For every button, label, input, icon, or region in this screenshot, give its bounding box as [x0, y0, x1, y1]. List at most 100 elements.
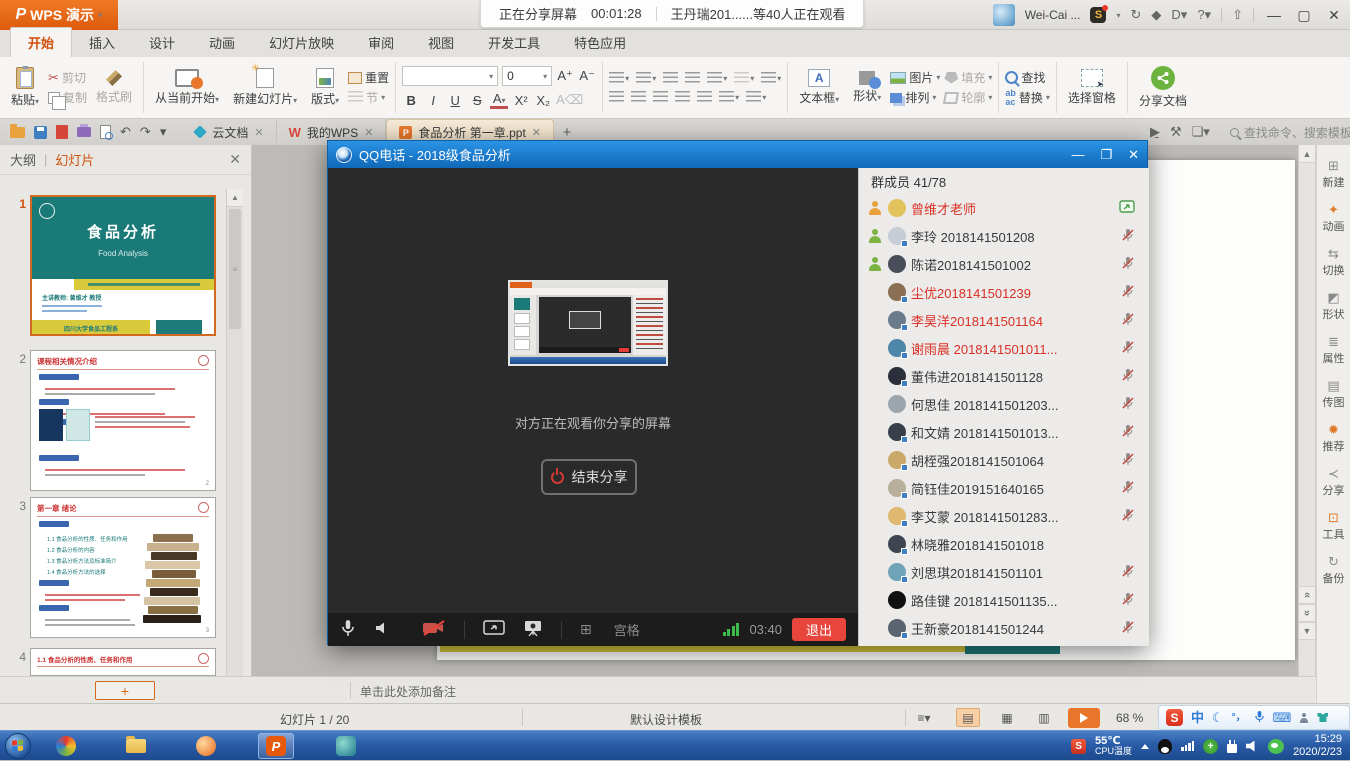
muted-mic-icon[interactable]	[1121, 256, 1135, 273]
taskbar-explorer[interactable]	[118, 733, 154, 759]
taskbar-app[interactable]	[328, 733, 364, 759]
member-row[interactable]: 胡桎强2018141501064	[859, 446, 1149, 474]
moon-icon[interactable]: ☾	[1212, 711, 1224, 724]
member-row[interactable]: 李玲 2018141501208	[859, 222, 1149, 250]
scrollbar-thumb[interactable]: ≡	[229, 209, 241, 329]
numbered-list-button[interactable]: ▾	[636, 72, 656, 85]
underline-button[interactable]: U	[446, 93, 464, 108]
side-toolbar-动画[interactable]: ✦动画	[1317, 203, 1350, 234]
increase-indent-button[interactable]	[685, 72, 700, 85]
share-document-button[interactable]: 分享文档	[1134, 61, 1192, 115]
qq-titlebar[interactable]: QQ电话 - 2018级食品分析 — ❐ ✕	[328, 141, 1147, 168]
present-display-icon[interactable]: ▶̱	[1150, 124, 1160, 140]
side-toolbar-备份[interactable]: ↻备份	[1317, 555, 1350, 586]
chevron-down-icon[interactable]: ▾	[1116, 11, 1120, 20]
mic-button[interactable]	[340, 619, 356, 640]
mic-icon[interactable]	[1254, 710, 1265, 725]
keyboard-icon[interactable]: ⌨	[1273, 711, 1292, 724]
member-row[interactable]: 谢雨晨 2018141501011...	[859, 334, 1149, 362]
bold-button[interactable]: B	[402, 93, 420, 108]
chevron-down-icon[interactable]: ▾	[160, 124, 167, 140]
exit-call-button[interactable]: 退出	[792, 618, 846, 641]
member-row[interactable]: 曾维才老师	[859, 194, 1149, 222]
minimize-button[interactable]: —	[1071, 147, 1084, 163]
member-row[interactable]: 陈诺2018141501002	[859, 250, 1149, 278]
profile-icon[interactable]	[1299, 713, 1309, 723]
scroll-up-icon[interactable]: ▲	[227, 189, 243, 207]
copy-button[interactable]: 复制	[48, 89, 87, 106]
slideshow-play-button[interactable]	[1068, 708, 1100, 728]
slide-sorter-icon[interactable]: ▦	[995, 708, 1019, 727]
volume-icon[interactable]	[1246, 741, 1259, 752]
user-name[interactable]: Wei-Cai ...	[1025, 8, 1081, 22]
picture-button[interactable]: 图片▾	[890, 69, 940, 86]
slide-thumbnail-2[interactable]: 课程相关情况介绍 2	[30, 350, 216, 491]
start-button[interactable]	[5, 733, 31, 759]
minimize-button[interactable]: —	[1264, 7, 1284, 23]
ribbon-tab-动画[interactable]: 动画	[192, 28, 252, 57]
textbox-button[interactable]: A 文本框▾	[794, 61, 844, 115]
member-row[interactable]: 尘优2018141501239	[859, 278, 1149, 306]
end-share-button[interactable]: 结束分享	[541, 459, 637, 495]
reset-button[interactable]: 重置	[348, 69, 389, 86]
member-row[interactable]: 何思佳 2018141501203...	[859, 390, 1149, 418]
new-slide-button[interactable]: 新建幻灯片▾	[228, 61, 302, 115]
grid-view-icon[interactable]: ⊞	[580, 621, 592, 638]
ribbon-tab-开始[interactable]: 开始	[10, 27, 72, 57]
muted-mic-icon[interactable]	[1121, 396, 1135, 413]
side-toolbar-形状[interactable]: ◩形状	[1317, 291, 1350, 322]
muted-mic-icon[interactable]	[1121, 508, 1135, 525]
member-row[interactable]: 李昊洋2018141501164	[859, 306, 1149, 334]
skin-icon[interactable]	[1317, 713, 1328, 722]
outline-button[interactable]: 轮廓▾	[944, 89, 992, 106]
redo-icon[interactable]: ↷	[140, 124, 151, 140]
line-height-button[interactable]: ▾	[761, 72, 781, 85]
export-pdf-icon[interactable]	[56, 125, 68, 139]
distribute-button[interactable]	[697, 91, 712, 104]
shapes-button[interactable]: 形状▾	[848, 61, 886, 115]
tab-outline[interactable]: 大纲	[10, 150, 36, 169]
member-row[interactable]: 简钰佳2019151640165	[859, 474, 1149, 502]
slide-thumbnail-3[interactable]: 第一章 绪论 1.1 食品分析的性质、任务和作用1.2 食品分析的内容1.3 食…	[30, 497, 216, 638]
side-toolbar-传图[interactable]: ▤传图	[1317, 379, 1350, 410]
member-row[interactable]: 董伟进2018141501128	[859, 362, 1149, 390]
italic-button[interactable]: I	[424, 93, 442, 108]
side-toolbar-工具[interactable]: ⊡工具	[1317, 511, 1350, 542]
screen-share-status-pill[interactable]: 正在分享屏幕 00:01:28 王丹瑞201......等40人正在观看	[480, 0, 864, 28]
member-row[interactable]: 林晓雅2018141501018	[859, 530, 1149, 558]
taskbar-browser[interactable]	[48, 733, 84, 759]
muted-mic-icon[interactable]	[1121, 452, 1135, 469]
sogou-logo-icon[interactable]: S	[1166, 709, 1183, 726]
ribbon-tab-设计[interactable]: 设计	[132, 28, 192, 57]
qq-call-window[interactable]: QQ电话 - 2018级食品分析 — ❐ ✕ 对方正在观看你分享的屏幕 结束分享	[327, 140, 1148, 645]
save-icon[interactable]	[34, 126, 47, 139]
slide-thumbnail-1[interactable]: 食品分析 Food Analysis 主讲教师: 曾维才 教授 四川大学食品工程…	[30, 195, 216, 336]
side-toolbar-新建[interactable]: ⊞新建	[1317, 159, 1350, 190]
wps-logo[interactable]: P WPS 演示 ▾	[0, 0, 118, 30]
notes-placeholder[interactable]: 单击此处添加备注	[360, 683, 456, 700]
paragraph-spacing-button[interactable]: ▾	[719, 91, 739, 104]
ribbon-tab-开发工具[interactable]: 开发工具	[471, 28, 557, 57]
ribbon-tab-幻灯片放映[interactable]: 幻灯片放映	[252, 28, 351, 57]
ribbon-tab-审阅[interactable]: 审阅	[351, 28, 411, 57]
muted-mic-icon[interactable]	[1121, 284, 1135, 301]
add-slide-button[interactable]: +	[95, 681, 155, 700]
previous-slide-button[interactable]: «	[1299, 586, 1315, 604]
scroll-up-icon[interactable]: ▲	[1299, 145, 1315, 163]
side-toolbar-属性[interactable]: ≣属性	[1317, 335, 1350, 366]
help-icon[interactable]: ?▾	[1197, 7, 1211, 23]
docer-icon[interactable]: D▾	[1171, 7, 1187, 23]
muted-mic-icon[interactable]	[1121, 620, 1135, 637]
slide-thumbnail-4[interactable]: 1.1 食品分析的性质、任务和作用	[30, 648, 216, 676]
font-size-select[interactable]: 0▾	[502, 66, 552, 86]
camera-off-button[interactable]	[422, 619, 446, 640]
align-center-button[interactable]	[631, 91, 646, 104]
decrease-font-button[interactable]: A⁻	[578, 68, 596, 84]
maximize-button[interactable]: ❐	[1100, 147, 1112, 163]
clear-format-button[interactable]: A⌫	[556, 92, 574, 108]
arrange-button[interactable]: 排列▾	[890, 89, 940, 106]
reading-view-icon[interactable]: ▥	[1032, 708, 1056, 727]
zoom-level[interactable]: 68 %	[1116, 711, 1143, 725]
side-toolbar-推荐[interactable]: ✹推荐	[1317, 423, 1350, 454]
ribbon-tab-特色应用[interactable]: 特色应用	[557, 28, 643, 57]
